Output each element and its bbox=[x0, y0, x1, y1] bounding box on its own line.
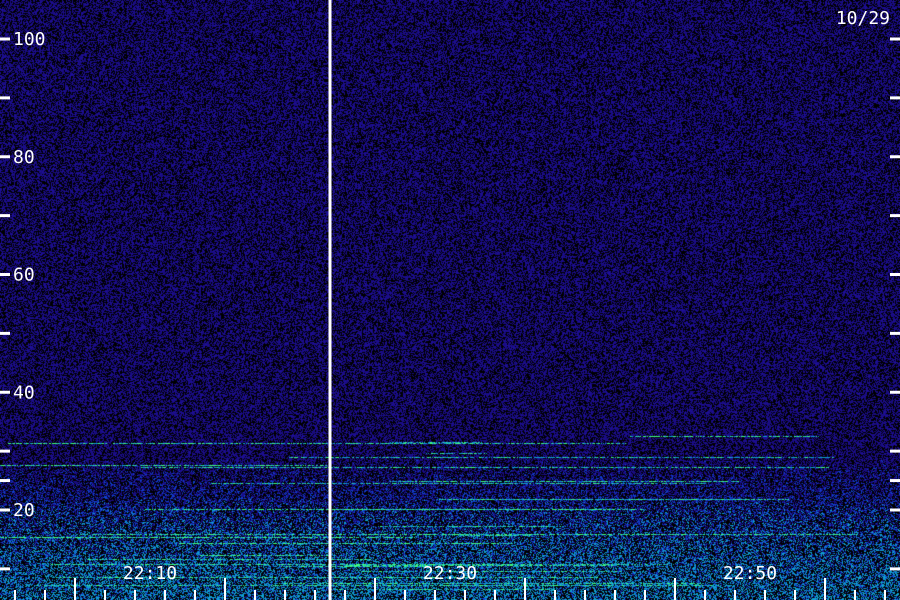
x-tick-label: 22:50 bbox=[723, 563, 777, 584]
x-tick-label: 22:10 bbox=[123, 563, 177, 584]
y-tick-label: 100 bbox=[13, 29, 46, 50]
y-tick-label: 60 bbox=[13, 265, 35, 286]
y-tick-label: 40 bbox=[13, 382, 35, 403]
date-label: 10/29 bbox=[836, 8, 890, 29]
y-axis: 20 40 60 80 100 bbox=[0, 29, 900, 571]
y-tick-label: 80 bbox=[13, 147, 35, 168]
x-axis: 22:10 22:30 22:50 bbox=[14, 563, 886, 600]
x-tick-label: 22:30 bbox=[423, 563, 477, 584]
axis-overlay: 20 40 60 80 100 22:10 22:30 22:50 10/29 bbox=[0, 0, 900, 600]
y-tick-label: 20 bbox=[13, 500, 35, 521]
